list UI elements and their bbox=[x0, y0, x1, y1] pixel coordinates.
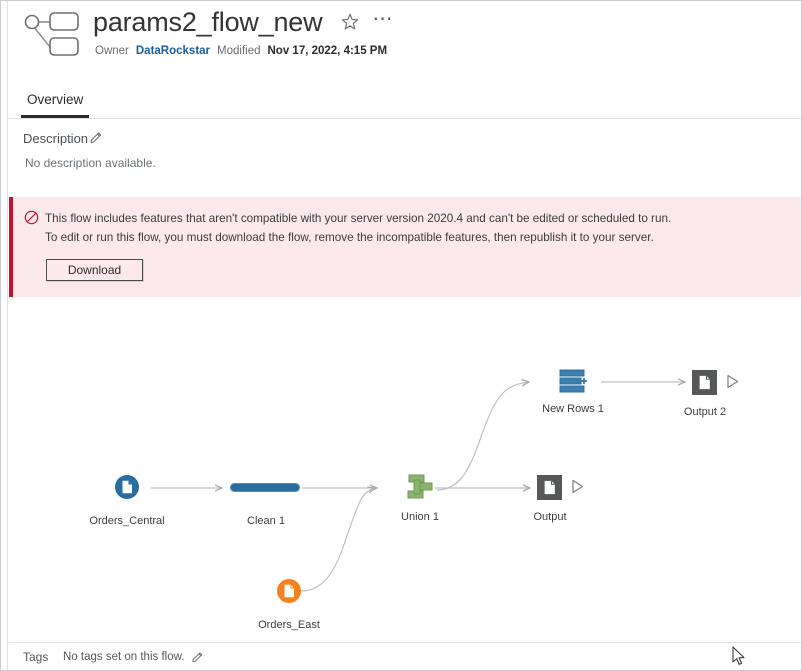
clean-step-icon[interactable] bbox=[230, 483, 300, 492]
play-triangle-icon[interactable] bbox=[726, 374, 739, 394]
description-value: No description available. bbox=[25, 156, 156, 170]
flow-node-orders-east[interactable]: Orders_East bbox=[258, 579, 320, 631]
ellipsis-icon[interactable]: ⋯ bbox=[372, 9, 393, 31]
banner-message-line2: To edit or run this flow, you must downl… bbox=[45, 231, 654, 244]
tags-value: No tags set on this flow. bbox=[63, 651, 185, 663]
modified-value: Nov 17, 2022, 4:15 PM bbox=[267, 45, 388, 57]
tags-label: Tags bbox=[23, 650, 49, 664]
flow-diagram-icon bbox=[21, 9, 83, 57]
flow-node-label: Orders_Central bbox=[89, 515, 165, 527]
page-header: params2_flow_new ⋯ Owner DataRockstar Modi… bbox=[9, 1, 801, 87]
tab-bar: Overview bbox=[9, 88, 801, 119]
play-triangle-icon[interactable] bbox=[571, 479, 584, 499]
flow-node-output-2[interactable]: Output 2 bbox=[684, 370, 739, 418]
modified-label: Modified bbox=[217, 45, 261, 57]
owner-name-link[interactable]: DataRockstar bbox=[136, 45, 210, 57]
flow-node-output[interactable]: Output bbox=[533, 475, 584, 523]
flow-node-label: Union 1 bbox=[401, 511, 439, 523]
file-document-icon[interactable] bbox=[277, 579, 301, 603]
description-label: Description bbox=[23, 131, 89, 146]
union-blocks-icon[interactable] bbox=[405, 473, 433, 501]
tab-overview[interactable]: Overview bbox=[21, 88, 90, 118]
pencil-icon[interactable] bbox=[191, 651, 204, 664]
banner-message-line1: This flow includes features that aren't … bbox=[45, 212, 672, 225]
flow-canvas[interactable]: Orders_Central Clean 1 Union 1 New Rows … bbox=[9, 298, 802, 643]
flow-node-label: Output bbox=[533, 511, 567, 523]
metadata-row: Owner DataRockstar Modified Nov 17, 2022, 4… bbox=[95, 45, 387, 57]
flow-node-new-rows-1[interactable]: New Rows 1 bbox=[542, 368, 604, 415]
output-file-icon[interactable] bbox=[692, 370, 717, 395]
flow-detail-page: params2_flow_new ⋯ Owner DataRockstar Modi… bbox=[0, 0, 802, 671]
new-rows-icon[interactable] bbox=[557, 368, 587, 394]
page-title: params2_flow_new bbox=[93, 7, 323, 37]
incompatible-flow-banner: This flow includes features that aren't … bbox=[9, 197, 801, 297]
pencil-icon[interactable] bbox=[89, 131, 103, 145]
flow-node-label: Output 2 bbox=[683, 406, 727, 418]
flow-node-union-1[interactable]: Union 1 bbox=[401, 473, 439, 523]
owner-label: Owner bbox=[95, 45, 129, 57]
flow-node-clean-1[interactable]: Clean 1 bbox=[230, 483, 302, 527]
flow-node-label: New Rows 1 bbox=[542, 403, 604, 415]
flow-node-orders-central[interactable]: Orders_Central bbox=[89, 475, 165, 527]
flow-connectors bbox=[151, 298, 802, 592]
error-prohibited-icon bbox=[24, 210, 39, 225]
star-outline-icon[interactable] bbox=[340, 12, 360, 32]
tags-row: Tags No tags set on this flow. bbox=[9, 642, 801, 670]
download-button[interactable]: Download bbox=[46, 259, 143, 281]
flow-node-label: Orders_East bbox=[258, 619, 320, 631]
file-document-icon[interactable] bbox=[115, 475, 139, 499]
title-row: params2_flow_new ⋯ bbox=[93, 5, 393, 39]
left-rail bbox=[1, 1, 8, 670]
output-file-icon[interactable] bbox=[537, 475, 562, 500]
flow-node-label: Clean 1 bbox=[247, 515, 285, 527]
